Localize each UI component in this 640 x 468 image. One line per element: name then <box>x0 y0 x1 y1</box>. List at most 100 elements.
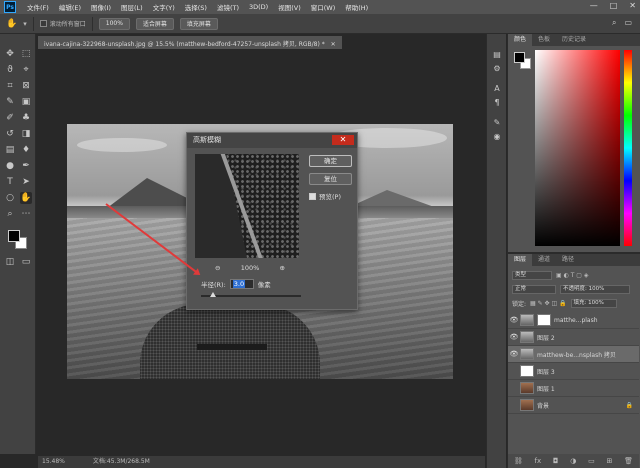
hand-tool-icon[interactable]: ✋ <box>6 19 17 29</box>
clone-source-icon[interactable]: ◉ <box>492 132 502 142</box>
eyedropper-tool-icon[interactable]: ✎ <box>4 96 16 108</box>
layer-row[interactable]: 背景 🔒 <box>508 397 639 414</box>
folder-icon[interactable]: ▭ <box>588 457 595 465</box>
ok-button[interactable]: 确定 <box>309 155 352 167</box>
screen-mode-icon[interactable]: ▭ <box>20 256 32 268</box>
eye-icon[interactable]: 👁 <box>508 350 520 358</box>
lasso-tool-icon[interactable]: ϑ <box>4 64 16 76</box>
marquee-tool-icon[interactable]: ⬚ <box>20 48 32 60</box>
fx-icon[interactable]: fx <box>535 457 542 465</box>
blur-preview-image[interactable] <box>195 154 299 258</box>
layer-row[interactable]: 👁 matthe...plash <box>508 312 639 329</box>
opacity-field[interactable]: 不透明度: 100% <box>560 284 630 294</box>
close-window-icon[interactable]: ✕ <box>629 1 636 10</box>
crop-tool-icon[interactable]: ⌗ <box>4 80 16 92</box>
search-icon[interactable]: ⌕ <box>612 18 616 28</box>
menu-view[interactable]: 视图(V) <box>273 2 306 12</box>
filter-icons[interactable]: ▣ ◐ T ▢ ◈ <box>556 272 588 279</box>
tab-layers[interactable]: 图层 <box>508 254 533 266</box>
trash-icon[interactable]: 🗑 <box>624 457 633 465</box>
path-select-tool-icon[interactable]: ➤ <box>20 176 32 188</box>
hue-slider[interactable] <box>624 50 632 246</box>
panel-foreground-swatch[interactable] <box>514 52 525 63</box>
radius-input[interactable]: 3.0 <box>229 279 254 289</box>
status-zoom[interactable]: 15.48% <box>42 456 65 468</box>
type-tool-icon[interactable]: T <box>4 176 16 188</box>
move-tool-icon[interactable]: ✥ <box>4 48 16 60</box>
paragraph-panel-icon[interactable]: ¶ <box>492 98 502 108</box>
menu-select[interactable]: 选择(S) <box>180 2 212 12</box>
document-tab[interactable]: ivana-cajina-322968-unsplash.jpg @ 15.5%… <box>38 36 342 49</box>
layer-name: matthew-be...nsplash 拷贝 <box>537 351 616 359</box>
eye-icon[interactable]: 👁 <box>508 316 520 324</box>
tab-swatches[interactable]: 色板 <box>532 34 556 46</box>
menu-3d[interactable]: 3D(D) <box>244 3 273 11</box>
more-tools-icon[interactable]: ⋯ <box>20 208 32 220</box>
menu-help[interactable]: 帮助(H) <box>340 2 373 12</box>
hand-tool-icon-active[interactable]: ✋ <box>20 192 32 204</box>
menu-image[interactable]: 图像(I) <box>86 2 116 12</box>
eraser-tool-icon[interactable]: ◨ <box>20 128 32 140</box>
adjustment-icon[interactable]: ◑ <box>570 457 576 465</box>
menu-type[interactable]: 文字(Y) <box>148 2 180 12</box>
fit-screen-button[interactable]: 适合屏幕 <box>135 17 174 30</box>
layer-row[interactable]: 图层 1 <box>508 380 639 397</box>
zoom-in-icon[interactable]: ⊕ <box>280 264 285 272</box>
radius-slider-thumb[interactable] <box>210 292 216 297</box>
layer-filter-select[interactable]: 类型 <box>512 270 552 280</box>
character-panel-icon[interactable]: A <box>492 84 502 94</box>
zoom-tool-icon[interactable]: ⌕ <box>4 208 16 220</box>
brush-settings-icon[interactable]: ✎ <box>492 118 502 128</box>
history-panel-icon[interactable]: ▤ <box>492 50 502 60</box>
menu-window[interactable]: 窗口(W) <box>306 2 341 12</box>
shape-tool-icon[interactable]: ○ <box>4 192 16 204</box>
fill-field[interactable]: 填充: 100% <box>570 298 617 308</box>
tab-history[interactable]: 历史记录 <box>556 34 592 46</box>
zoom-out-icon[interactable]: ⊖ <box>215 264 220 272</box>
maximize-icon[interactable]: □ <box>610 1 618 10</box>
tab-color[interactable]: 颜色 <box>508 34 533 46</box>
properties-panel-icon[interactable]: ⚙ <box>492 64 502 74</box>
lock-icons[interactable]: ▦ ✎ ✥ ◫ 🔒 <box>530 300 567 307</box>
menu-layer[interactable]: 图层(L) <box>116 2 148 12</box>
brush-tool-icon[interactable]: ✐ <box>4 112 16 124</box>
workspace-icon[interactable]: ▭ <box>624 18 632 28</box>
layer-row-selected[interactable]: 👁 matthew-be...nsplash 拷贝 <box>508 346 639 363</box>
quick-mask-icon[interactable]: ◫ <box>4 256 16 268</box>
reset-button[interactable]: 复位 <box>309 173 352 185</box>
frame-tool-icon[interactable]: ⊠ <box>20 80 32 92</box>
minimize-icon[interactable]: — <box>590 1 598 10</box>
color-picker-field[interactable] <box>535 50 620 246</box>
new-layer-icon[interactable]: ⊞ <box>606 457 612 465</box>
dodge-tool-icon[interactable]: ● <box>4 160 16 172</box>
layer-row[interactable]: 图层 3 <box>508 363 639 380</box>
layer-row[interactable]: 👁 图层 2 <box>508 329 639 346</box>
healing-brush-tool-icon[interactable]: ▣ <box>20 96 32 108</box>
link-icon[interactable]: ⛓ <box>514 457 523 465</box>
tab-close-icon[interactable]: ✕ <box>331 41 336 48</box>
tool-preset-chevron-icon[interactable]: ▾ <box>23 20 27 28</box>
mask-icon[interactable]: ◘ <box>553 457 559 465</box>
menu-edit[interactable]: 编辑(E) <box>54 2 86 12</box>
quick-select-tool-icon[interactable]: ⌖ <box>20 64 32 76</box>
fill-screen-button[interactable]: 填充屏幕 <box>179 17 218 30</box>
zoom-100-button[interactable]: 100% <box>98 17 130 30</box>
history-brush-tool-icon[interactable]: ↺ <box>4 128 16 140</box>
blend-mode-select[interactable]: 正常 <box>512 284 556 294</box>
gradient-tool-icon[interactable]: ▤ <box>4 144 16 156</box>
eye-icon[interactable]: 👁 <box>508 333 520 341</box>
clone-stamp-tool-icon[interactable]: ♣ <box>20 112 32 124</box>
radius-label: 半径(R): <box>201 281 226 289</box>
tab-paths[interactable]: 路径 <box>556 254 580 266</box>
radius-slider[interactable] <box>201 292 301 297</box>
pen-tool-icon[interactable]: ✒ <box>20 160 32 172</box>
dialog-close-button[interactable]: ✕ <box>332 135 354 145</box>
tab-channels[interactable]: 通道 <box>532 254 556 266</box>
scroll-all-windows-checkbox[interactable]: 滚动所有窗口 <box>39 19 86 28</box>
foreground-color-swatch[interactable] <box>8 230 20 242</box>
menu-file[interactable]: 文件(F) <box>22 2 54 12</box>
radius-row: 半径(R): 3.0 像素 <box>201 279 271 289</box>
menu-filter[interactable]: 滤镜(T) <box>212 2 244 12</box>
blur-tool-icon[interactable]: ♦ <box>20 144 32 156</box>
preview-checkbox[interactable]: 预览(P) <box>309 191 341 201</box>
